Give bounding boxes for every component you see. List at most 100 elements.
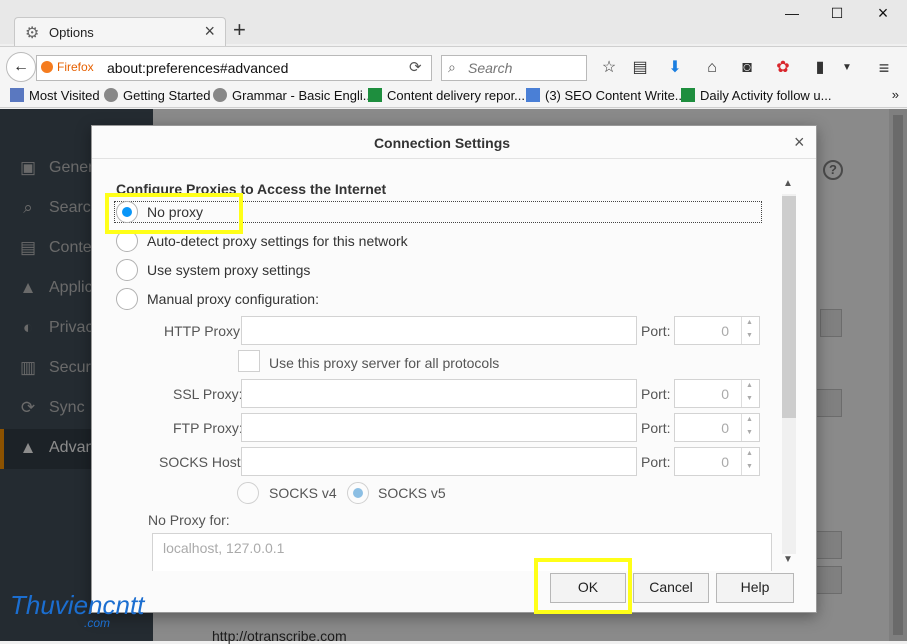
http-proxy-input[interactable] xyxy=(241,316,637,345)
reload-icon[interactable]: ⟳ xyxy=(409,58,422,76)
bookmark-label: Content delivery repor... xyxy=(387,88,526,103)
system-proxy-radio[interactable] xyxy=(116,259,138,281)
port-spinner[interactable]: ▲ ▼ xyxy=(741,448,759,475)
socks-port-input[interactable]: 0 ▲ ▼ xyxy=(674,447,760,476)
new-tab-button[interactable]: + xyxy=(233,17,246,43)
bookmark-content-delivery[interactable]: Content delivery repor... xyxy=(368,88,525,103)
reading-list-icon[interactable]: ▤ xyxy=(629,57,651,79)
ssl-proxy-input[interactable] xyxy=(241,379,637,408)
auto-detect-label[interactable]: Auto-detect proxy settings for this netw… xyxy=(147,233,408,249)
watermark-suffix: .com xyxy=(84,616,111,630)
bookmarks-overflow-icon[interactable]: » xyxy=(892,87,899,102)
ftp-port-input[interactable]: 0 ▲ ▼ xyxy=(674,413,760,442)
clipboard-icon[interactable]: ▮ xyxy=(809,57,831,79)
bookmark-grammar[interactable]: Grammar - Basic Engli... xyxy=(213,88,374,103)
bookmark-label: Daily Activity follow u... xyxy=(700,88,832,103)
downloads-icon[interactable]: ⬇ xyxy=(664,57,686,79)
spin-down-icon[interactable]: ▼ xyxy=(746,395,753,402)
use-all-protocols-checkbox[interactable] xyxy=(238,350,260,372)
spin-down-icon[interactable]: ▼ xyxy=(746,429,753,436)
spin-up-icon[interactable]: ▲ xyxy=(746,450,753,457)
maximize-button[interactable]: ☐ xyxy=(817,5,857,27)
bookmark-daily-activity[interactable]: Daily Activity follow u... xyxy=(681,88,832,103)
folder-icon xyxy=(10,88,24,102)
globe-icon xyxy=(104,88,118,102)
port-spinner[interactable]: ▲ ▼ xyxy=(741,414,759,441)
no-proxy-for-textarea[interactable]: localhost, 127.0.0.1 xyxy=(152,533,772,571)
connection-settings-dialog: Connection Settings × ▲ ▼ Configure Prox… xyxy=(91,125,817,614)
minimize-button[interactable]: — xyxy=(772,5,812,27)
firefox-icon xyxy=(41,61,53,73)
port-spinner[interactable]: ▲ ▼ xyxy=(741,380,759,407)
url-bar[interactable]: Firefox about:preferences#advanced ⟳ xyxy=(36,55,432,81)
use-all-protocols-label[interactable]: Use this proxy server for all protocols xyxy=(269,355,499,371)
manual-proxy-label[interactable]: Manual proxy configuration: xyxy=(147,291,319,307)
extension-icon[interactable]: ✿ xyxy=(772,57,794,79)
spin-up-icon[interactable]: ▲ xyxy=(746,382,753,389)
back-button[interactable]: ← xyxy=(6,52,36,82)
spin-down-icon[interactable]: ▼ xyxy=(746,332,753,339)
search-input[interactable] xyxy=(466,59,582,77)
gear-icon: ⚙ xyxy=(25,25,40,42)
bookmark-label: Getting Started xyxy=(123,88,211,103)
sheets-icon xyxy=(681,88,695,102)
bookmark-label: Most Visited xyxy=(29,88,100,103)
bookmark-label: Grammar - Basic Engli... xyxy=(232,88,374,103)
url-text[interactable]: about:preferences#advanced xyxy=(107,60,288,76)
navigation-bar: Firefox about:preferences#advanced ⟳ ← ⌕… xyxy=(0,46,907,86)
no-proxy-for-label: No Proxy for: xyxy=(148,512,230,528)
home-icon[interactable]: ⌂ xyxy=(701,57,723,79)
help-button[interactable]: Help xyxy=(716,573,794,603)
http-port-input[interactable]: 0 ▲ ▼ xyxy=(674,316,760,345)
bookmark-getting-started[interactable]: Getting Started xyxy=(104,88,210,103)
socks-v5-label[interactable]: SOCKS v5 xyxy=(378,485,446,501)
back-arrow-icon: ← xyxy=(13,58,29,75)
bookmark-most-visited[interactable]: Most Visited xyxy=(10,88,100,103)
socks-v4-radio[interactable] xyxy=(237,482,259,504)
window-close-button[interactable]: × xyxy=(863,3,903,25)
socks-host-label: SOCKS Host: xyxy=(159,454,245,470)
spin-up-icon[interactable]: ▲ xyxy=(746,416,753,423)
socks-host-input[interactable] xyxy=(241,447,637,476)
ftp-proxy-input[interactable] xyxy=(241,413,637,442)
ok-button[interactable]: OK xyxy=(550,573,626,603)
highlight-no-proxy xyxy=(105,193,243,234)
port-spinner[interactable]: ▲ ▼ xyxy=(741,317,759,344)
http-proxy-label: HTTP Proxy: xyxy=(164,323,244,339)
ssl-port-label: Port: xyxy=(641,386,671,402)
tab-close-icon[interactable]: × xyxy=(204,21,215,42)
ssl-proxy-label: SSL Proxy: xyxy=(173,386,243,402)
search-icon: ⌕ xyxy=(448,59,456,75)
bookmark-label: (3) SEO Content Write... xyxy=(545,88,686,103)
spin-down-icon[interactable]: ▼ xyxy=(746,463,753,470)
menu-icon[interactable]: ≡ xyxy=(873,57,895,79)
tab-title: Options xyxy=(49,25,94,40)
search-bar[interactable]: ⌕ xyxy=(441,55,587,81)
cancel-button[interactable]: Cancel xyxy=(633,573,709,603)
identity-box[interactable]: Firefox xyxy=(41,60,94,74)
socks-port-label: Port: xyxy=(641,454,671,470)
pocket-icon[interactable]: ◙ xyxy=(736,57,758,79)
ssl-port-value: 0 xyxy=(721,386,729,402)
manual-proxy-radio[interactable] xyxy=(116,288,138,310)
identity-label: Firefox xyxy=(57,60,94,74)
ftp-proxy-label: FTP Proxy: xyxy=(173,420,243,436)
bookmark-star-icon[interactable]: ☆ xyxy=(598,57,620,79)
http-port-label: Port: xyxy=(641,323,671,339)
ftp-port-value: 0 xyxy=(721,420,729,436)
bookmark-seo-content[interactable]: (3) SEO Content Write... xyxy=(526,88,686,103)
socks-port-value: 0 xyxy=(721,454,729,470)
ssl-port-input[interactable]: 0 ▲ ▼ xyxy=(674,379,760,408)
system-proxy-label[interactable]: Use system proxy settings xyxy=(147,262,310,278)
toolbar-dropdown-icon[interactable]: ▼ xyxy=(836,57,858,79)
socks-v5-radio[interactable] xyxy=(347,482,369,504)
sheets-icon xyxy=(368,88,382,102)
tab-options[interactable]: ⚙ Options × xyxy=(14,17,226,46)
socks-v4-label[interactable]: SOCKS v4 xyxy=(269,485,337,501)
chat-icon xyxy=(526,88,540,102)
dialog-title: Connection Settings xyxy=(373,135,511,151)
spin-up-icon[interactable]: ▲ xyxy=(746,319,753,326)
dialog-title-bar: Connection Settings xyxy=(92,126,816,159)
ftp-port-label: Port: xyxy=(641,420,671,436)
dialog-close-icon[interactable]: × xyxy=(794,132,805,153)
